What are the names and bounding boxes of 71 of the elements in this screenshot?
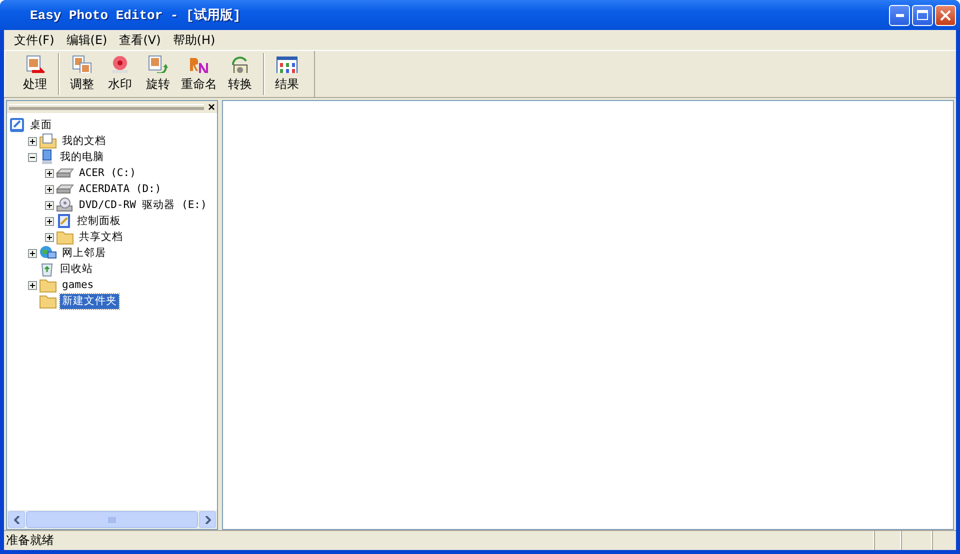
toolbar-button[interactable]: 水印 — [101, 53, 139, 95]
plus-icon — [47, 234, 52, 240]
tree-item[interactable]: ACER (C:) — [77, 166, 138, 180]
desktop-icon — [9, 117, 25, 133]
toolbar-button[interactable]: 重命名 — [177, 53, 221, 95]
maximize-button[interactable] — [912, 4, 933, 26]
menu-item[interactable]: 文件(F) — [8, 32, 60, 48]
menu-item[interactable]: 查看(V) — [113, 32, 167, 48]
tree-item[interactable]: 我的文档 — [60, 134, 108, 148]
toolbar-button[interactable]: 结果 — [268, 53, 306, 95]
minimize-button[interactable] — [889, 4, 910, 26]
scroll-right-button[interactable] — [199, 511, 216, 528]
expand-toggle[interactable] — [45, 184, 54, 194]
folder-icon — [56, 229, 74, 245]
toolbar-button[interactable]: 转换 — [221, 53, 259, 95]
tree-item[interactable]: ACERDATA (D:) — [77, 182, 164, 196]
maximize-icon — [917, 10, 928, 20]
toolbar-button[interactable]: 旋转 — [139, 53, 177, 95]
collapse-toggle[interactable] — [28, 152, 37, 162]
tree-item[interactable]: 网上邻居 — [60, 246, 108, 260]
expand-toggle[interactable] — [45, 168, 54, 178]
plus-icon — [30, 250, 35, 256]
folder-document-icon — [39, 133, 57, 149]
picture-arrow-icon — [24, 55, 46, 73]
tree-item[interactable]: 回收站 — [58, 262, 95, 276]
pictures-icon — [71, 55, 93, 73]
control-panel-icon — [56, 213, 72, 229]
flower-icon — [109, 55, 131, 73]
tree-item[interactable]: 桌面 — [28, 118, 54, 132]
folder-icon — [39, 277, 57, 293]
horizontal-scrollbar[interactable] — [7, 510, 217, 529]
scroll-left-button[interactable] — [8, 511, 25, 528]
status-text: 准备就绪 — [5, 532, 55, 549]
toolbar-button[interactable]: 调整 — [63, 53, 101, 95]
plus-icon — [47, 186, 52, 192]
expand-toggle[interactable] — [45, 216, 54, 226]
tree-item[interactable]: DVD/CD-RW 驱动器 (E:) — [77, 198, 209, 212]
window-title: Easy Photo Editor - [试用版] — [29, 7, 242, 24]
grid-window-icon — [276, 55, 298, 73]
scroll-thumb[interactable] — [26, 511, 198, 528]
minus-icon — [30, 154, 35, 160]
rename-icon — [188, 55, 210, 73]
close-icon — [940, 10, 951, 20]
menu-item[interactable]: 编辑(E) — [60, 32, 114, 48]
globe-computer-icon — [39, 245, 57, 261]
close-button[interactable] — [935, 4, 956, 26]
expand-toggle[interactable] — [28, 136, 37, 146]
computer-icon — [39, 149, 55, 165]
expand-toggle[interactable] — [45, 232, 54, 242]
minimize-icon — [896, 14, 904, 16]
plus-icon — [47, 170, 52, 176]
tree-item[interactable]: 控制面板 — [75, 214, 123, 228]
folder-icon — [39, 293, 57, 309]
expand-toggle[interactable] — [28, 248, 37, 258]
tree-item[interactable]: 我的电脑 — [58, 150, 106, 164]
tree-item[interactable]: games — [60, 278, 96, 292]
grip-icon — [108, 516, 116, 522]
tree-item[interactable]: 新建文件夹 — [60, 294, 119, 308]
close-pane-button[interactable]: × — [208, 102, 215, 112]
expand-toggle[interactable] — [28, 280, 37, 290]
expand-toggle[interactable] — [45, 200, 54, 210]
disc-drive-icon — [56, 197, 74, 213]
recycle-bin-icon — [39, 261, 55, 277]
plus-icon — [47, 202, 52, 208]
plus-icon — [30, 138, 35, 144]
toolbar-button[interactable]: 处理 — [16, 53, 54, 95]
plus-icon — [30, 282, 35, 288]
menu-item[interactable]: 帮助(H) — [166, 32, 222, 48]
picture-rotate-icon — [147, 55, 169, 73]
tree-item[interactable]: 共享文档 — [77, 230, 125, 244]
plus-icon — [47, 218, 52, 224]
